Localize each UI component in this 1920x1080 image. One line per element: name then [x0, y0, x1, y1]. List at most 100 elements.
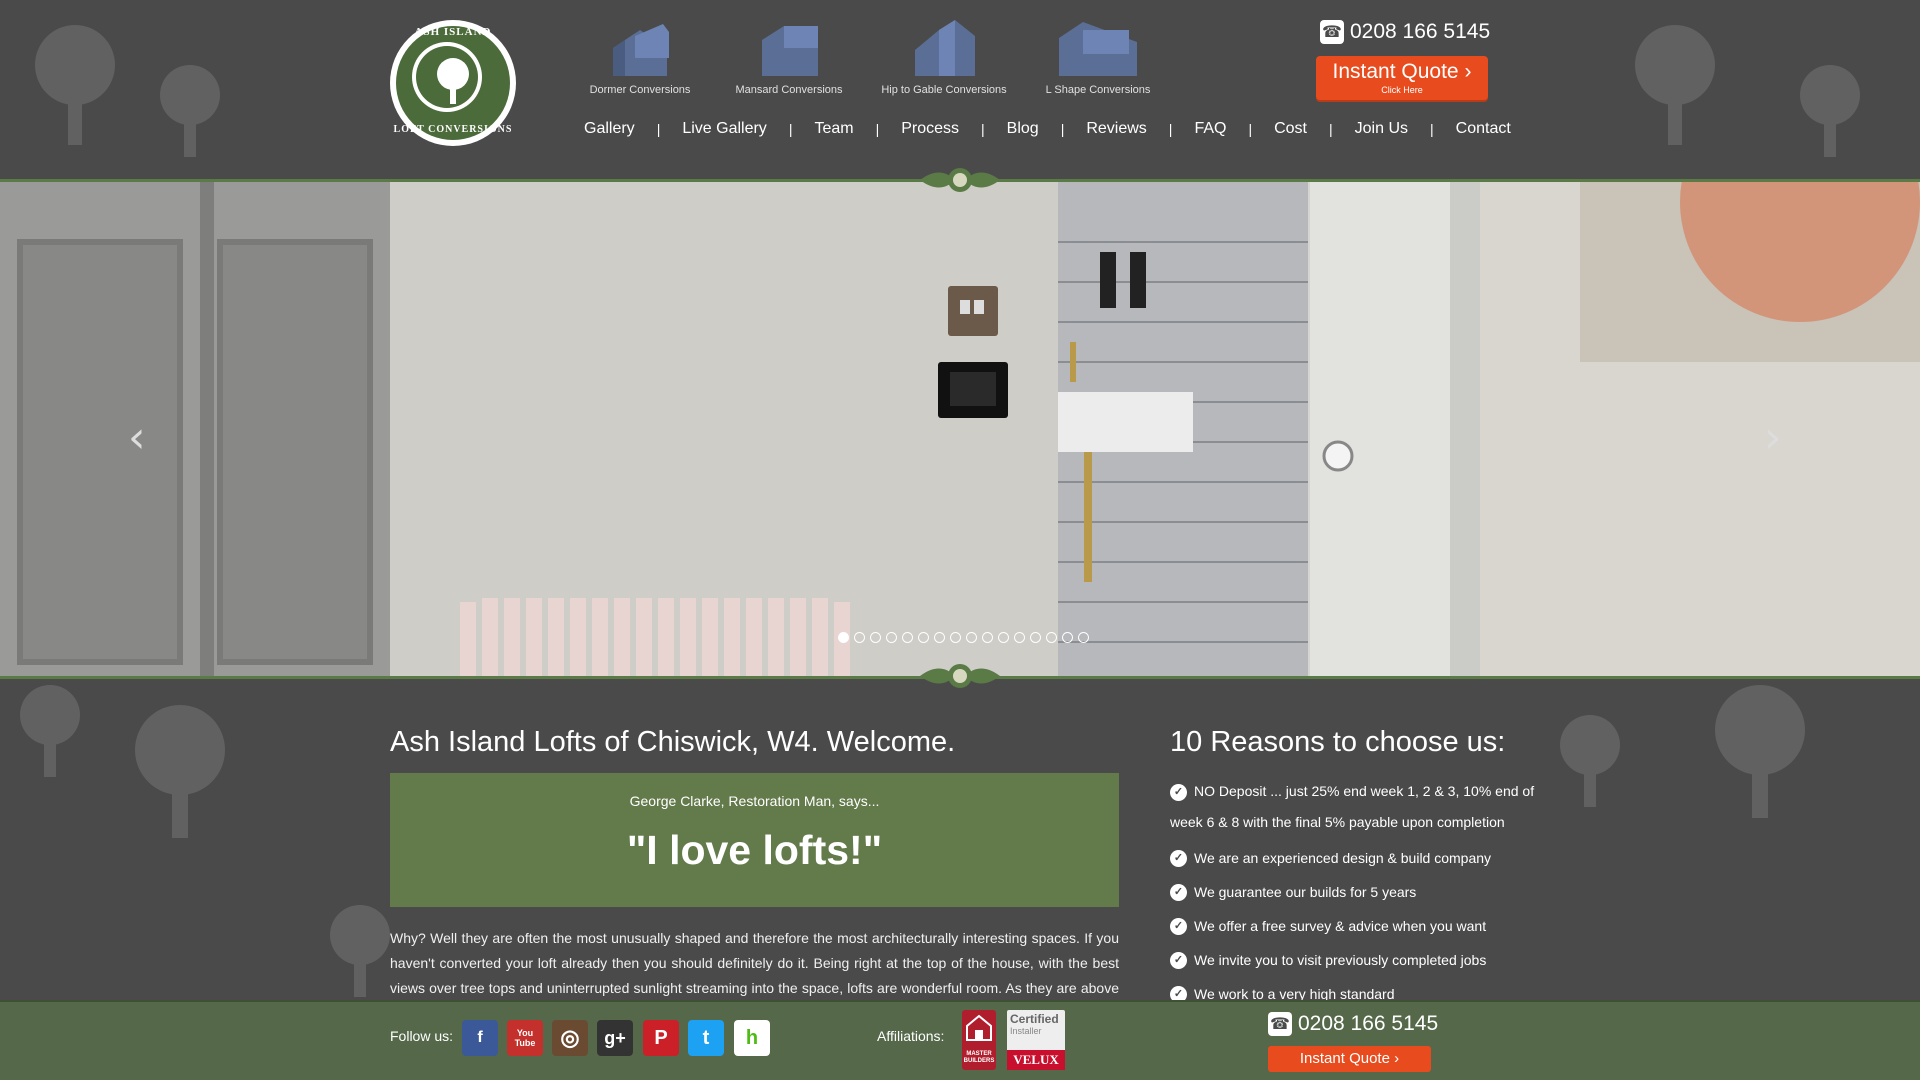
main-nav: Gallery | Live Gallery | Team | Process … — [584, 120, 1511, 138]
nav-item-live-gallery[interactable]: Live Gallery — [682, 120, 766, 138]
nav-item-faq[interactable]: FAQ — [1194, 120, 1226, 138]
reason-text: We offer a free survey & advice when you… — [1194, 918, 1487, 934]
nav-separator: | — [656, 121, 661, 137]
velux-installer-text: Installer — [1010, 1026, 1042, 1036]
welcome-heading: Ash Island Lofts of Chiswick, W4. Welcom… — [390, 726, 956, 758]
l-shape-conversions-link[interactable]: L Shape Conversions — [1028, 18, 1168, 96]
nav-item-process[interactable]: Process — [901, 120, 959, 138]
tree-decoration-icon — [330, 905, 390, 997]
nav-separator: | — [981, 121, 985, 137]
slider-dot[interactable] — [1014, 632, 1025, 643]
master-builders-text: MASTER BUILDERS — [963, 1051, 995, 1064]
slider-dot[interactable] — [870, 632, 881, 643]
twitter-icon[interactable]: t — [688, 1020, 724, 1056]
sticky-footer — [0, 1000, 1920, 1080]
quote-text: "I love lofts!" — [626, 827, 883, 873]
slider-dot[interactable] — [918, 632, 929, 643]
reason-text: week 6 & 8 with the final 5% payable upo… — [1170, 814, 1505, 830]
nav-item-contact[interactable]: Contact — [1456, 120, 1511, 138]
bathroom-photo — [0, 182, 1920, 678]
reason-text: We guarantee our builds for 5 years — [1194, 884, 1417, 900]
nav-item-gallery[interactable]: Gallery — [584, 120, 635, 138]
tree-decoration-icon — [1715, 685, 1805, 818]
nav-separator: | — [788, 121, 793, 137]
velux-certified-logo[interactable]: Certified Installer VELUX — [1007, 1010, 1065, 1070]
slider-dot[interactable] — [838, 632, 849, 643]
nav-item-team[interactable]: Team — [814, 120, 853, 138]
reasons-heading: 10 Reasons to choose us: — [1170, 726, 1506, 758]
reasons-list: ✓ NO Deposit ... just 25% end week 1, 2 &… — [1170, 776, 1540, 1010]
phone-icon: ☎ — [1320, 20, 1344, 44]
slider-dot[interactable] — [1078, 632, 1089, 643]
slider-dot[interactable] — [1046, 632, 1057, 643]
reason-item: ✓ We guarantee our builds for 5 years — [1170, 876, 1540, 908]
slider-dot[interactable] — [982, 632, 993, 643]
facebook-icon[interactable]: f — [462, 1020, 498, 1056]
affiliations-label: Affiliations: — [877, 1028, 945, 1044]
header-phone-number: 0208 166 5145 — [1350, 20, 1491, 43]
slider-prev-arrow[interactable]: ‹ — [128, 412, 146, 463]
nav-separator: | — [1248, 121, 1253, 137]
slider-dot[interactable] — [854, 632, 865, 643]
mansard-conversions-link[interactable]: Mansard Conversions — [719, 18, 859, 96]
instant-quote-button[interactable]: Instant Quote › Click Here — [1316, 56, 1488, 102]
footer-phone-number: 0208 166 5145 — [1298, 1012, 1439, 1035]
hip-gable-conversions-link[interactable]: Hip to Gable Conversions — [874, 18, 1014, 96]
slider-dots — [838, 632, 1089, 643]
nav-separator: | — [1168, 121, 1173, 137]
slider-dot[interactable] — [934, 632, 945, 643]
reason-text: We invite you to visit previously comple… — [1194, 952, 1487, 968]
instagram-icon[interactable]: ◎ — [552, 1020, 588, 1056]
ornament-top-icon — [920, 168, 1000, 192]
check-circle-icon: ✓ — [1170, 784, 1187, 801]
nav-item-blog[interactable]: Blog — [1007, 120, 1039, 138]
tree-logo-icon — [437, 58, 469, 104]
slider-dot[interactable] — [950, 632, 961, 643]
conversion-label: Mansard Conversions — [735, 84, 843, 96]
reason-text: NO Deposit ... just 25% end week 1, 2 & … — [1194, 783, 1535, 799]
slider-dot[interactable] — [902, 632, 913, 643]
houzz-icon[interactable]: h — [734, 1020, 770, 1056]
mansard-house-icon — [762, 26, 818, 76]
velux-brand-text: VELUX — [1007, 1050, 1065, 1070]
house-shield-icon — [966, 1014, 992, 1041]
nav-item-join-us[interactable]: Join Us — [1355, 120, 1408, 138]
youtube-icon[interactable]: You Tube — [507, 1020, 543, 1056]
footer-phone[interactable]: ☎ 0208 166 5145 — [1268, 1012, 1438, 1036]
reason-item: ✓ We invite you to visit previously compl… — [1170, 944, 1540, 976]
logo-bottom-text: LOFT CONVERSIONS — [393, 124, 513, 135]
instant-quote-label: Instant Quote › — [1332, 60, 1472, 83]
slider-dot[interactable] — [966, 632, 977, 643]
reason-item-continued: week 6 & 8 with the final 5% payable upo… — [1170, 807, 1540, 838]
slider-dot[interactable] — [1062, 632, 1073, 643]
conversion-label: L Shape Conversions — [1045, 84, 1151, 96]
google-plus-icon[interactable]: g+ — [597, 1020, 633, 1056]
quote-attribution: George Clarke, Restoration Man, says... — [629, 793, 880, 809]
slider-dot[interactable] — [998, 632, 1009, 643]
reason-text: We are an experienced design & build com… — [1194, 850, 1492, 866]
ornament-bottom-icon — [920, 664, 1000, 688]
reason-item: ✓ We are an experienced design & build co… — [1170, 842, 1540, 874]
check-circle-icon: ✓ — [1170, 884, 1187, 901]
phone-icon: ☎ — [1268, 1012, 1292, 1036]
nav-separator: | — [1430, 121, 1434, 137]
slider-dot[interactable] — [886, 632, 897, 643]
slider-next-arrow[interactable]: › — [1764, 412, 1782, 463]
tree-decoration-icon — [135, 705, 225, 838]
nav-item-reviews[interactable]: Reviews — [1086, 120, 1146, 138]
nav-item-cost[interactable]: Cost — [1274, 120, 1307, 138]
dormer-conversions-link[interactable]: Dormer Conversions — [570, 18, 710, 96]
pinterest-icon[interactable]: P — [643, 1020, 679, 1056]
hip-gable-house-icon — [915, 20, 975, 76]
master-builders-logo[interactable]: MASTER BUILDERS — [962, 1010, 996, 1070]
header-phone[interactable]: ☎ 0208 166 5145 — [1320, 20, 1490, 44]
slider-dot[interactable] — [1030, 632, 1041, 643]
dormer-house-icon — [613, 24, 669, 76]
check-circle-icon: ✓ — [1170, 850, 1187, 867]
footer-instant-quote-button[interactable]: Instant Quote › — [1268, 1046, 1431, 1072]
reason-item: ✓ We offer a free survey & advice when yo… — [1170, 910, 1540, 942]
site-logo[interactable]: ASH ISLAND LOFT CONVERSIONS — [390, 20, 516, 146]
logo-top-text: ASH ISLAND — [414, 26, 492, 38]
velux-certified-text: Certified — [1010, 1012, 1059, 1026]
quote-box: George Clarke, Restoration Man, says... … — [390, 773, 1119, 907]
